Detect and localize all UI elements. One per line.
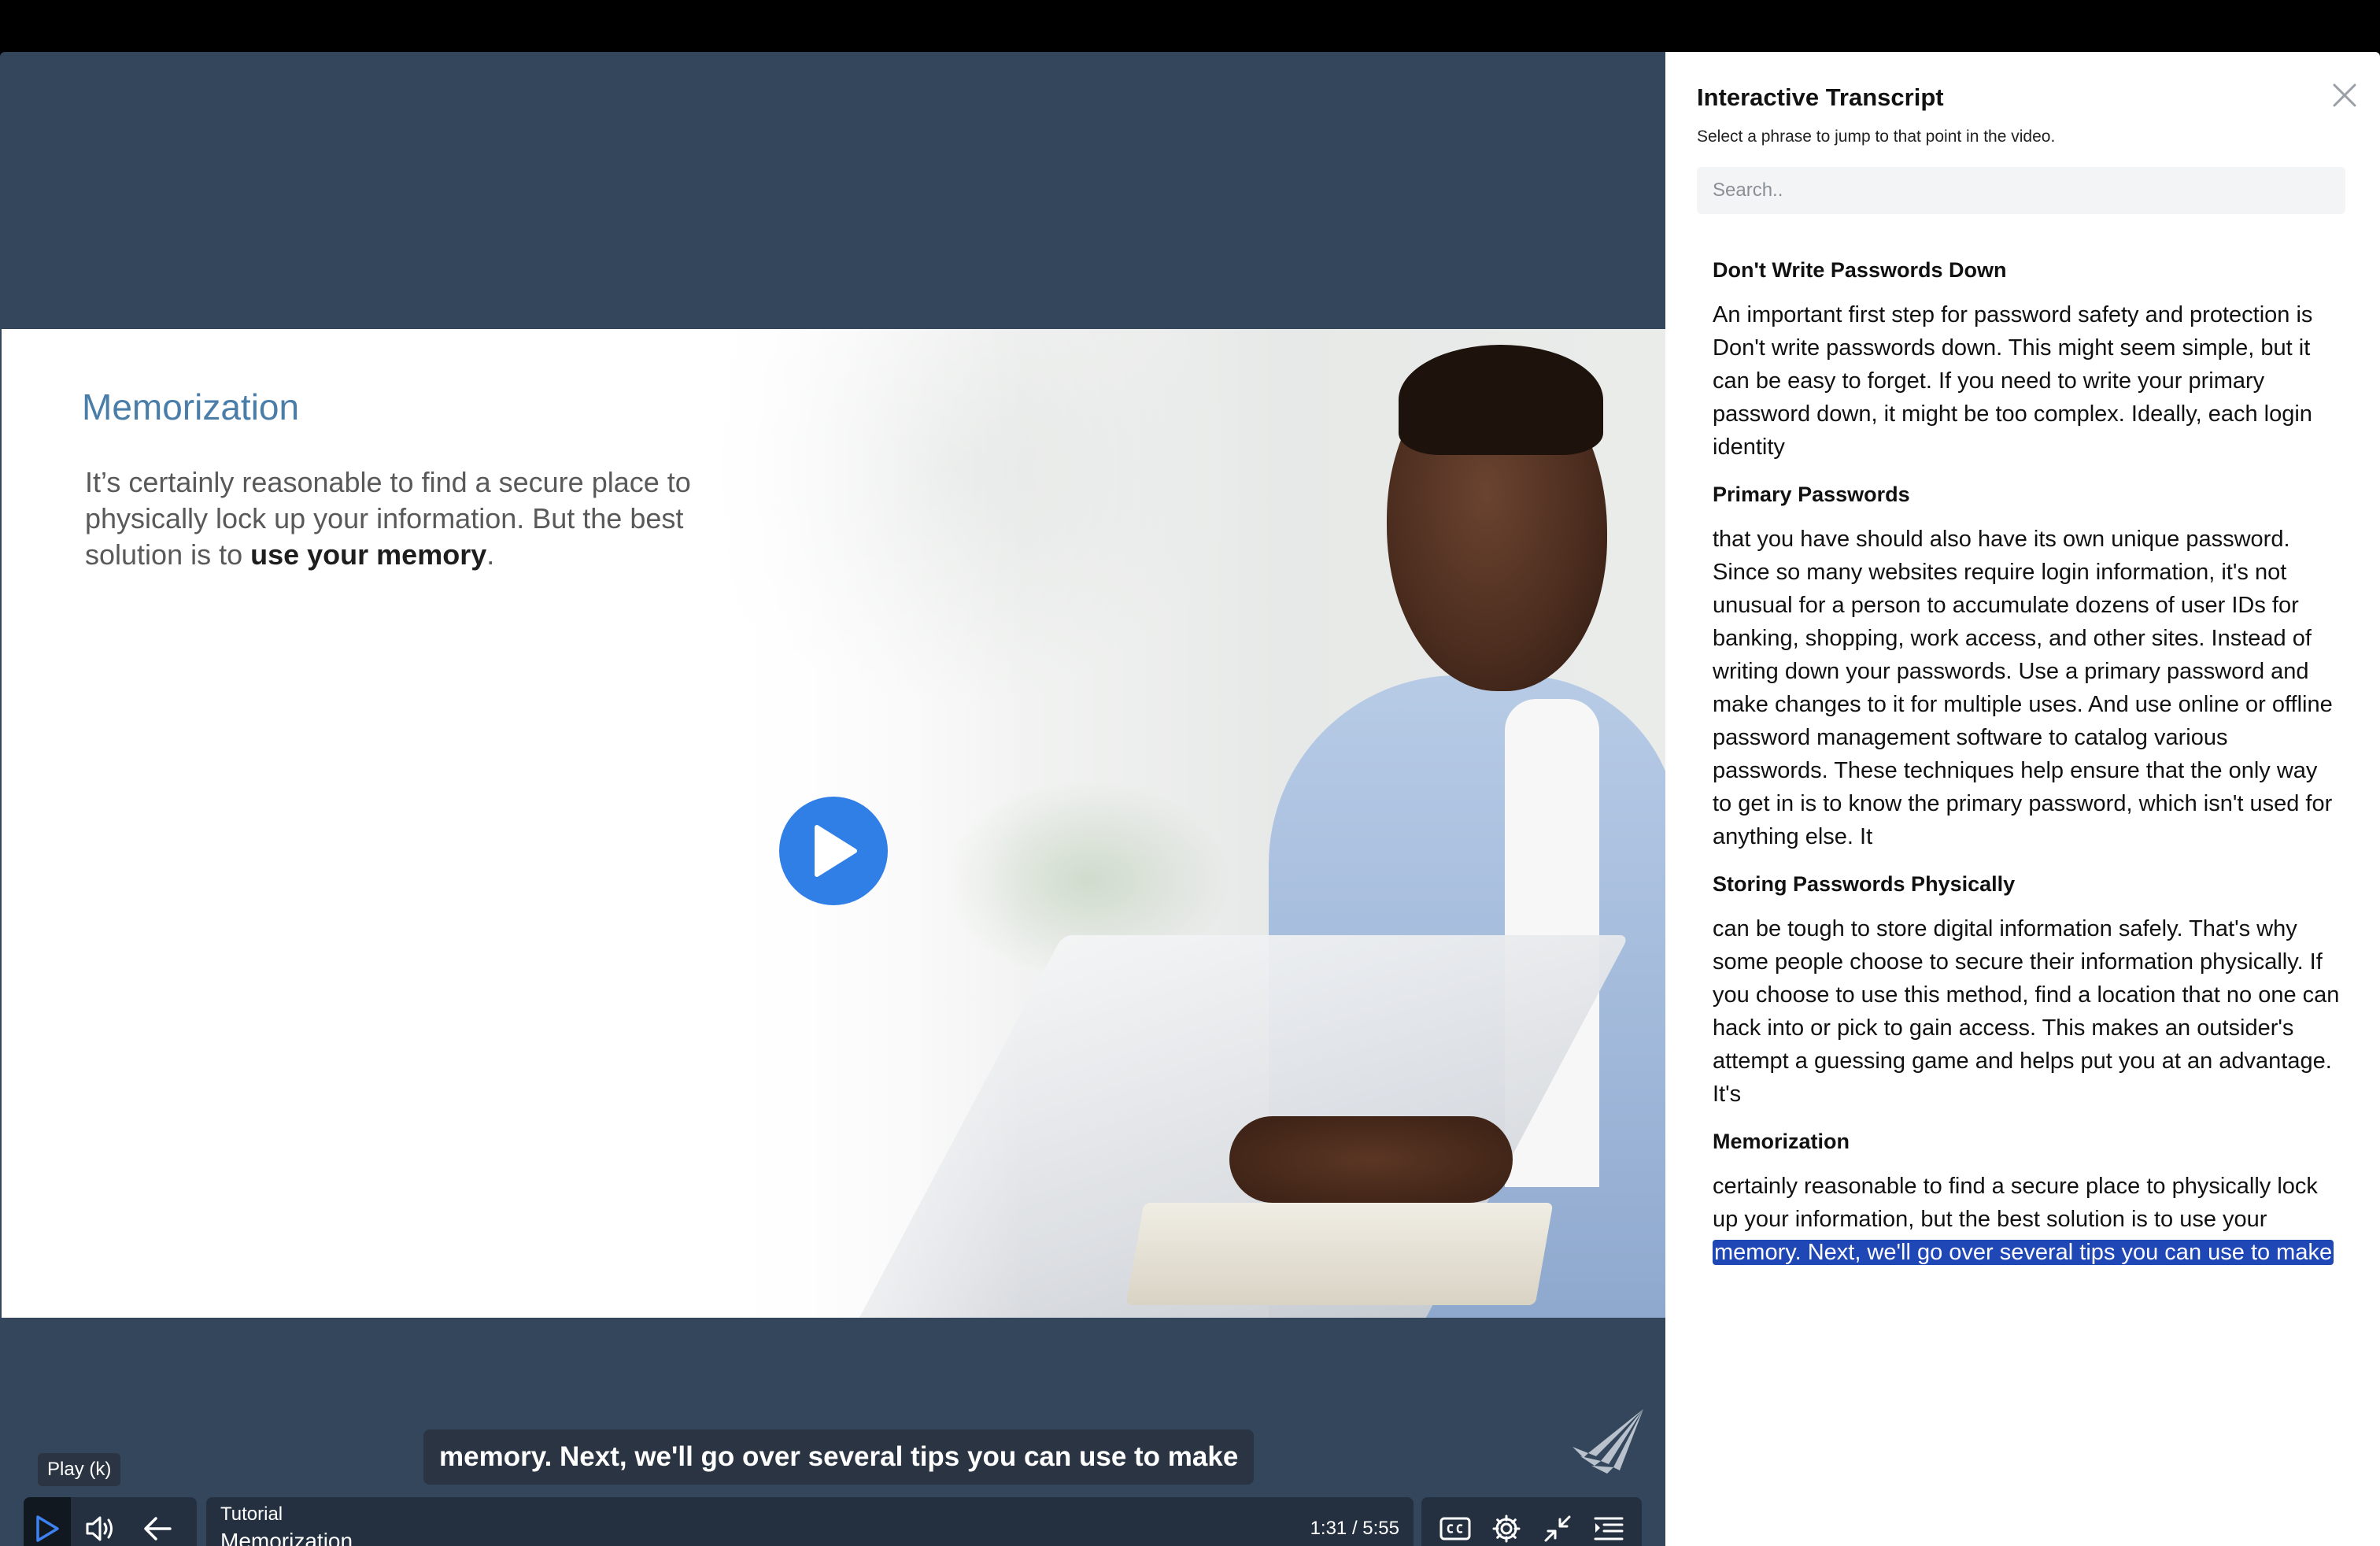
transcript-section: Memorization certainly reasonable to fin… xyxy=(1713,1130,2342,1269)
photo-keyboard xyxy=(1125,1203,1554,1305)
photo-hands xyxy=(1229,1116,1513,1203)
video-label: Tutorial xyxy=(220,1503,283,1525)
play-button[interactable] xyxy=(24,1497,71,1546)
close-icon xyxy=(2333,83,2356,107)
transcript-phrase[interactable]: can be tough to store digital informatio… xyxy=(1713,912,2342,1111)
panel-subtitle: Select a phrase to jump to that point in… xyxy=(1697,128,2056,146)
transcript-phrase[interactable]: that you have should also have its own u… xyxy=(1713,523,2342,853)
arrow-left-icon xyxy=(144,1517,172,1540)
transcript-section: Primary Passwords that you have should a… xyxy=(1713,483,2342,853)
playback-controls xyxy=(24,1497,197,1546)
transcript-phrase[interactable]: An important first step for password saf… xyxy=(1713,298,2342,464)
captions-button[interactable] xyxy=(1433,1505,1477,1546)
section-heading: Storing Passwords Physically xyxy=(1713,872,2016,896)
active-transcript-phrase[interactable]: memory. Next, we'll go over several tips… xyxy=(1713,1240,2334,1265)
close-button[interactable] xyxy=(2325,76,2364,115)
settings-button[interactable] xyxy=(1484,1505,1528,1546)
brand-logo-icon xyxy=(1572,1409,1643,1474)
back-button[interactable] xyxy=(134,1497,181,1546)
panel-title: Interactive Transcript xyxy=(1697,83,1944,111)
section-heading: Memorization xyxy=(1713,1130,1850,1153)
slide-body-bold: use your memory xyxy=(250,538,487,571)
slide-title: Memorization xyxy=(82,386,300,427)
video-player: Memorization It’s certainly reasonable t… xyxy=(0,52,1665,1546)
time-readout: 1:31 / 5:55 xyxy=(1310,1518,1399,1539)
photo-person-hair xyxy=(1399,345,1603,455)
transcript-search-input[interactable] xyxy=(1697,167,2345,214)
transcript-icon xyxy=(1594,1517,1623,1540)
video-info-bar: Tutorial Memorization 1:31 / 5:55 xyxy=(206,1497,1414,1546)
closed-captions-icon xyxy=(1439,1517,1470,1540)
player-options xyxy=(1421,1497,1642,1546)
gear-icon xyxy=(1492,1515,1520,1543)
transcript-section: Storing Passwords Physically can be toug… xyxy=(1713,872,2342,1111)
slide-body: It’s certainly reasonable to find a secu… xyxy=(85,464,778,573)
section-heading: Don't Write Passwords Down xyxy=(1713,258,2007,282)
volume-button[interactable] xyxy=(79,1497,126,1546)
video-title: Memorization xyxy=(220,1529,353,1546)
transcript-panel: Interactive Transcript Select a phrase t… xyxy=(1665,52,2380,1546)
play-icon xyxy=(36,1515,59,1542)
caption-text: memory. Next, we'll go over several tips… xyxy=(423,1429,1255,1485)
transcript-phrase-group: certainly reasonable to find a secure pl… xyxy=(1713,1170,2342,1269)
transcript-button[interactable] xyxy=(1587,1505,1631,1546)
play-tooltip: Play (k) xyxy=(38,1453,121,1486)
section-heading: Primary Passwords xyxy=(1713,483,1910,506)
transcript-phrase[interactable]: certainly reasonable to find a secure pl… xyxy=(1713,1174,2318,1232)
transcript-list: Don't Write Passwords Down An important … xyxy=(1713,258,2342,1288)
big-play-button[interactable] xyxy=(779,797,888,905)
minimize-icon xyxy=(1544,1515,1570,1542)
transcript-section: Don't Write Passwords Down An important … xyxy=(1713,258,2342,464)
play-icon xyxy=(815,825,857,877)
slide-body-suffix: . xyxy=(486,538,495,571)
minimize-button[interactable] xyxy=(1536,1505,1580,1546)
volume-icon xyxy=(86,1516,113,1541)
